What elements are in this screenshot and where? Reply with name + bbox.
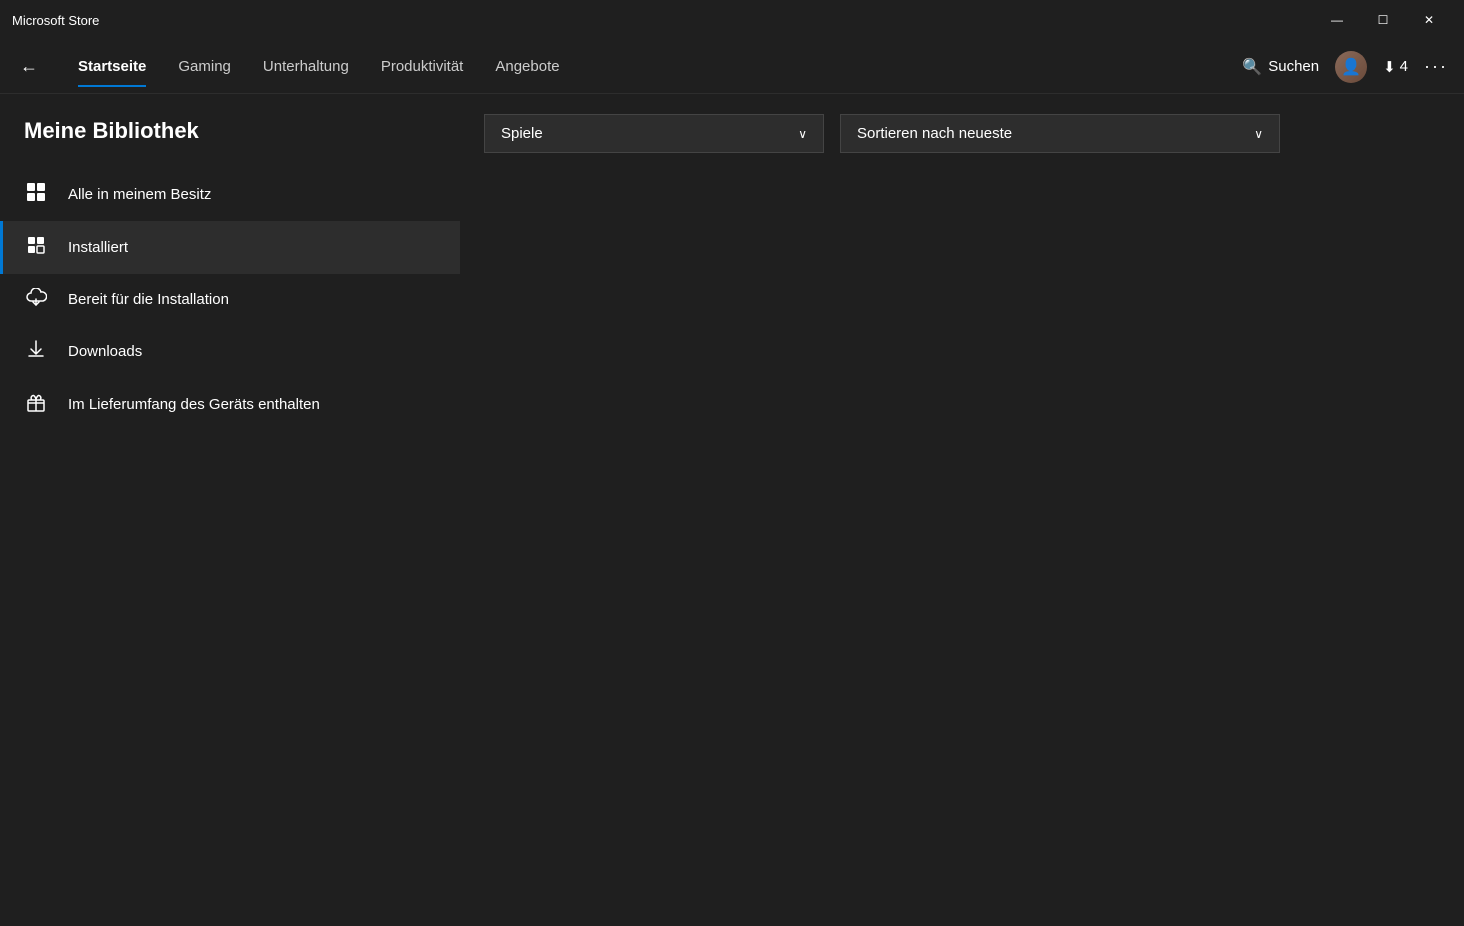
minimize-button[interactable]: —: [1314, 0, 1360, 40]
downloads-button[interactable]: ⬇ 4: [1383, 58, 1408, 76]
title-bar: Microsoft Store — ☐ ✕: [0, 0, 1464, 40]
sidebar-title: Meine Bibliothek: [0, 118, 460, 144]
nav-tabs: Startseite Gaming Unterhaltung Produktiv…: [66, 52, 1242, 81]
tab-produktivitat[interactable]: Produktivität: [369, 52, 476, 81]
maximize-button[interactable]: ☐: [1360, 0, 1406, 40]
avatar-image: 👤: [1335, 51, 1367, 83]
download-arrow-icon: [24, 339, 48, 364]
close-button[interactable]: ✕: [1406, 0, 1452, 40]
sidebar: Meine Bibliothek Alle in meinem Besitz: [0, 94, 460, 926]
sidebar-item-lieferumfang[interactable]: Im Lieferumfang des Geräts enthalten: [0, 378, 460, 431]
sidebar-item-alle[interactable]: Alle in meinem Besitz: [0, 168, 460, 221]
search-icon: 🔍: [1242, 57, 1262, 77]
gift-icon: [24, 392, 48, 417]
user-avatar[interactable]: 👤: [1335, 51, 1367, 83]
cloud-icon: [24, 288, 48, 311]
search-button[interactable]: 🔍 Suchen: [1242, 57, 1319, 77]
tab-gaming[interactable]: Gaming: [166, 52, 243, 81]
title-bar-left: Microsoft Store: [12, 13, 99, 28]
app-title: Microsoft Store: [12, 13, 99, 28]
title-bar-controls: — ☐ ✕: [1314, 0, 1452, 40]
right-content: Spiele ∨ Sortieren nach neueste ∨: [460, 94, 1464, 926]
sidebar-item-downloads[interactable]: Downloads: [0, 325, 460, 378]
grid-icon: [24, 182, 48, 207]
back-button[interactable]: ←: [16, 52, 42, 81]
sort-filter[interactable]: Sortieren nach neueste ∨: [840, 114, 1280, 153]
download-icon: ⬇: [1383, 58, 1396, 76]
more-button[interactable]: ···: [1424, 56, 1448, 77]
tab-startseite[interactable]: Startseite: [66, 52, 158, 81]
installed-icon: [24, 235, 48, 260]
filter-row: Spiele ∨ Sortieren nach neueste ∨: [484, 114, 1440, 153]
category-chevron-icon: ∨: [798, 127, 807, 141]
nav-bar: ← Startseite Gaming Unterhaltung Produkt…: [0, 40, 1464, 94]
nav-right: 🔍 Suchen 👤 ⬇ 4 ···: [1242, 51, 1448, 83]
main-content: Meine Bibliothek Alle in meinem Besitz: [0, 94, 1464, 926]
tab-unterhaltung[interactable]: Unterhaltung: [251, 52, 361, 81]
sidebar-item-bereit[interactable]: Bereit für die Installation: [0, 274, 460, 325]
category-filter[interactable]: Spiele ∨: [484, 114, 824, 153]
sort-chevron-icon: ∨: [1254, 127, 1263, 141]
sidebar-item-installiert[interactable]: Installiert: [0, 221, 460, 274]
tab-angebote[interactable]: Angebote: [483, 52, 571, 81]
